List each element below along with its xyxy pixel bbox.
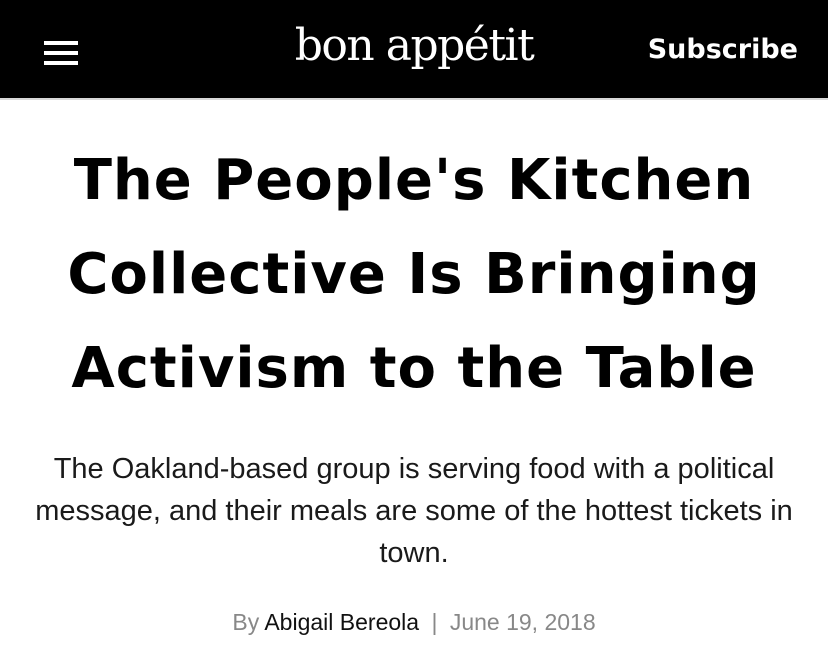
- article-dek: The Oakland-based group is serving food …: [35, 453, 793, 569]
- subscribe-button[interactable]: Subscribe: [648, 32, 798, 68]
- author-link[interactable]: Abigail Bereola: [264, 609, 419, 635]
- site-header: bon appétit Subscribe: [0, 0, 828, 100]
- article-byline: By Abigail Bereola | June 19, 2018: [0, 606, 828, 638]
- article-headline: The People's Kitchen Collective Is Bring…: [67, 148, 761, 401]
- byline-prefix: By: [232, 609, 260, 635]
- publish-date: June 19, 2018: [449, 609, 596, 635]
- byline-separator: |: [431, 609, 438, 635]
